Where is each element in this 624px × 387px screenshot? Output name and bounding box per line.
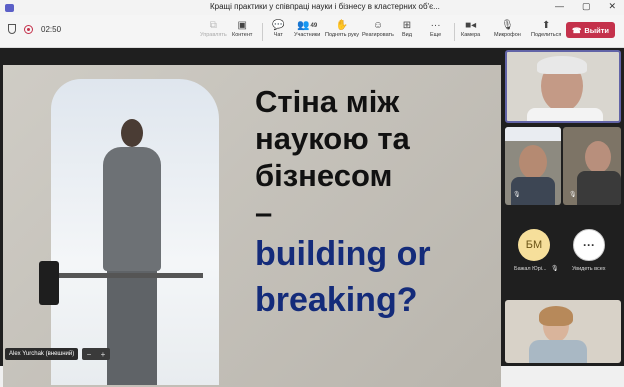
content-button[interactable]: ▣ Контент bbox=[232, 19, 252, 38]
share-content-icon: ▣ bbox=[237, 20, 247, 31]
participant-video-tile[interactable] bbox=[505, 50, 621, 123]
shield-icon bbox=[8, 24, 16, 34]
raise-hand-icon: ✋ bbox=[335, 20, 349, 31]
participants-button[interactable]: 👥 49 Участники bbox=[294, 19, 320, 38]
zoom-out-button[interactable]: − bbox=[87, 350, 92, 359]
more-button[interactable]: ··· Еще bbox=[430, 19, 441, 38]
slide-line: наукою та bbox=[255, 121, 410, 156]
see-all-label: Увидеть всех bbox=[572, 266, 606, 272]
camera-icon: ■◂ bbox=[465, 20, 477, 31]
slide-text: Стіна між наукою та бізнесом – building … bbox=[255, 83, 495, 323]
people-icon: 👥 49 bbox=[297, 20, 318, 31]
recording-icon bbox=[24, 24, 33, 34]
window-controls: — ▢ ✕ bbox=[555, 1, 616, 12]
microphone-button[interactable]: 🎙 Микрофон bbox=[494, 19, 521, 38]
presenter-name-tag: Alex Yurchak (внешний) bbox=[5, 348, 79, 360]
mic-muted-icon: 🎙 bbox=[551, 266, 559, 272]
meeting-timer: 02:50 bbox=[41, 24, 62, 34]
view-button[interactable]: ⊞ Вид bbox=[402, 19, 412, 38]
participant-avatar[interactable]: БМ bbox=[518, 229, 550, 261]
participant-face bbox=[519, 145, 547, 179]
man-figure bbox=[103, 147, 161, 271]
control-button[interactable]: ⧉ Управлять bbox=[200, 19, 227, 38]
title-bar: Кращі практики у співпраці науки і бізне… bbox=[0, 0, 624, 15]
shared-slide: Стіна між наукою та бізнесом – building … bbox=[3, 65, 501, 387]
slide-line: бізнесом bbox=[255, 158, 393, 193]
man-head bbox=[121, 119, 143, 147]
toolbar-divider bbox=[262, 23, 263, 41]
see-all-button[interactable]: ··· bbox=[573, 229, 605, 261]
view-icon: ⊞ bbox=[402, 20, 412, 31]
maximize-button[interactable]: ▢ bbox=[582, 1, 591, 12]
phone-hangup-icon: ☎ bbox=[571, 25, 582, 35]
chat-button[interactable]: 💬 Чат bbox=[272, 19, 284, 38]
raise-hand-button[interactable]: ✋ Поднять руку bbox=[325, 19, 359, 38]
room-banner bbox=[505, 127, 561, 141]
toolbar-divider bbox=[454, 23, 455, 41]
participant-shirt bbox=[577, 171, 621, 205]
close-button[interactable]: ✕ bbox=[608, 1, 616, 12]
camera-button[interactable]: ■◂ Камера bbox=[461, 19, 480, 38]
zoom-controls: − + bbox=[82, 348, 110, 360]
participant-hair bbox=[539, 306, 573, 326]
participant-hair bbox=[537, 56, 587, 74]
participant-video-tile[interactable]: 🎙 bbox=[505, 127, 561, 205]
participant-face bbox=[585, 141, 611, 173]
meeting-toolbar: 02:50 ⧉ Управлять ▣ Контент 💬 Чат 👥 49 Уч… bbox=[0, 15, 624, 48]
participants-count: 49 bbox=[310, 22, 318, 29]
hammer-handle bbox=[53, 273, 203, 278]
chat-icon: 💬 bbox=[272, 20, 285, 31]
window-title: Кращі практики у співпраці науки і бізне… bbox=[210, 2, 440, 11]
share-button[interactable]: ⬆ Поделиться bbox=[531, 19, 561, 38]
leave-button[interactable]: ☎ Выйти bbox=[566, 22, 615, 38]
zoom-in-button[interactable]: + bbox=[101, 350, 106, 359]
man-legs bbox=[107, 265, 157, 385]
minimize-button[interactable]: — bbox=[555, 1, 564, 12]
share-control-icon: ⧉ bbox=[209, 20, 217, 31]
participant-name: Бажал Юрі... bbox=[514, 266, 547, 272]
participant-shirt bbox=[529, 340, 587, 363]
hammer-head bbox=[39, 261, 59, 305]
mic-muted-icon: 🎙 bbox=[569, 192, 577, 198]
participant-shirt bbox=[527, 108, 603, 121]
react-button[interactable]: ☺ Реагировать bbox=[362, 19, 394, 38]
more-icon: ··· bbox=[430, 20, 441, 31]
react-icon: ☺ bbox=[372, 20, 384, 31]
slide-line-english: breaking? bbox=[255, 281, 418, 319]
participant-video-tile[interactable] bbox=[505, 300, 621, 363]
mic-muted-icon: 🎙 bbox=[501, 20, 514, 31]
slide-dash: – bbox=[255, 195, 273, 230]
mic-muted-icon: 🎙 bbox=[513, 192, 521, 198]
share-icon: ⬆ bbox=[541, 20, 551, 31]
teams-icon bbox=[5, 3, 14, 12]
participant-video-tile[interactable]: 🎙 bbox=[563, 127, 621, 205]
slide-line-english: building or bbox=[255, 235, 431, 273]
slide-line: Стіна між bbox=[255, 84, 400, 119]
